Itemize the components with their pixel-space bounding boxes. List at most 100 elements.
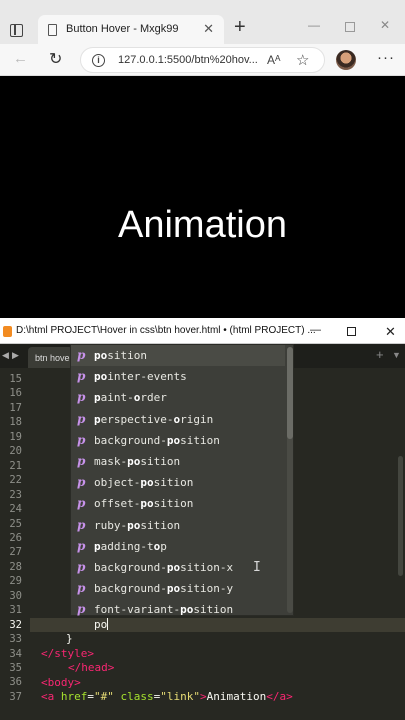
autocomplete-item[interactable]: p font-variant-position xyxy=(71,599,285,620)
maximize-button[interactable] xyxy=(345,22,355,32)
autocomplete-label-part: background- xyxy=(94,561,167,574)
new-tab-button[interactable]: + xyxy=(234,17,246,37)
autocomplete-label: paint-order xyxy=(94,391,167,404)
tab-list-icon[interactable]: ▼ xyxy=(392,350,401,360)
line-number: 25 xyxy=(9,517,22,530)
autocomplete-label-part: sition xyxy=(107,349,147,362)
autocomplete-label-part: offset- xyxy=(94,497,141,511)
autocomplete-item[interactable]: p object-position xyxy=(71,472,285,493)
minimize-button[interactable]: — xyxy=(308,18,320,32)
read-aloud-icon[interactable]: Aᴬ xyxy=(267,53,280,67)
autocomplete-label-part: sition xyxy=(193,603,234,617)
autocomplete-scrollbar[interactable] xyxy=(287,347,293,613)
autocomplete-label-part: sition xyxy=(140,518,181,532)
close-window-button[interactable]: ✕ xyxy=(380,18,390,32)
autocomplete-label-part: po xyxy=(166,433,181,447)
autocomplete-label-part: inter-events xyxy=(107,370,187,384)
autocomplete-label-part: sition xyxy=(180,433,220,447)
reload-icon[interactable]: ↻ xyxy=(49,49,62,69)
line-number: 18 xyxy=(9,416,22,429)
autocomplete-item[interactable]: p paint-order xyxy=(71,387,285,408)
autocomplete-label-part: sition-y xyxy=(180,582,234,596)
autocomplete-label: position xyxy=(94,349,147,362)
autocomplete-label-part: po xyxy=(166,582,181,596)
line-number: 37 xyxy=(9,690,22,703)
property-kind-icon: p xyxy=(77,390,86,405)
autocomplete-label-part: ruby- xyxy=(94,518,128,532)
autocomplete-label-part: erspective- xyxy=(100,412,174,426)
line-number: 16 xyxy=(9,387,22,400)
autocomplete-label-part: p xyxy=(160,539,167,553)
editor-minimize-button[interactable]: — xyxy=(310,324,321,336)
autocomplete-label-part: aint- xyxy=(100,391,134,405)
address-bar[interactable]: i 127.0.0.1:5500/btn%20hov... Aᴬ ☆ xyxy=(80,47,325,73)
tab-title: Button Hover - Mxgk99 xyxy=(66,23,179,35)
line-number: 35 xyxy=(9,662,22,674)
autocomplete-label-part: background- xyxy=(94,582,167,596)
property-kind-icon: p xyxy=(77,581,86,596)
autocomplete-label-part: p xyxy=(94,412,101,426)
line-number: 30 xyxy=(9,589,22,602)
tab-actions-icon[interactable] xyxy=(10,24,23,37)
property-kind-icon: p xyxy=(77,348,86,362)
autocomplete-label-part: sition-x xyxy=(180,561,234,574)
more-menu-icon[interactable]: ··· xyxy=(377,49,395,66)
editor-maximize-button[interactable] xyxy=(347,327,356,336)
autocomplete-label-part: po xyxy=(140,476,154,490)
line-number: 34 xyxy=(9,647,22,660)
back-arrow-icon[interactable]: ← xyxy=(13,50,28,67)
autocomplete-item[interactable]: p padding-top xyxy=(71,536,285,557)
line-number: 17 xyxy=(9,401,22,414)
profile-avatar[interactable] xyxy=(336,50,356,70)
property-kind-icon: p xyxy=(77,560,86,574)
property-kind-icon: p xyxy=(77,369,86,384)
autocomplete-scroll-thumb[interactable] xyxy=(287,347,293,439)
page-viewport: Animation xyxy=(0,76,405,318)
line-number: 32 xyxy=(9,618,22,631)
new-file-tab-icon[interactable]: + xyxy=(376,347,384,362)
autocomplete-item[interactable]: p ruby-position xyxy=(71,515,285,536)
autocomplete-label: ruby-position xyxy=(94,519,180,532)
autocomplete-label-part: po xyxy=(127,455,141,468)
editor-scrollbar[interactable] xyxy=(398,456,403,576)
line-number: 21 xyxy=(9,459,22,472)
autocomplete-item[interactable]: p mask-position xyxy=(71,451,285,472)
autocomplete-item[interactable]: p pointer-events xyxy=(71,366,285,387)
autocomplete-label-part: p xyxy=(94,391,101,405)
browser-tab[interactable]: Button Hover - Mxgk99 ✕ xyxy=(38,15,224,44)
autocomplete-item[interactable]: p perspective-origin xyxy=(71,409,285,430)
autocomplete-item[interactable]: p background-position xyxy=(71,430,285,451)
property-kind-icon: p xyxy=(77,411,86,426)
editor-titlebar: D:\html PROJECT\Hover in css\btn hover.h… xyxy=(0,320,405,344)
autocomplete-label-part: p xyxy=(94,539,101,553)
line-number: 20 xyxy=(9,445,22,458)
info-icon[interactable]: i xyxy=(92,54,105,67)
editor-file-tab[interactable]: btn hove xyxy=(28,347,73,368)
sublime-app-icon xyxy=(3,326,12,337)
property-kind-icon: p xyxy=(77,517,86,532)
tab-close-icon[interactable]: ✕ xyxy=(203,21,214,37)
autocomplete-item[interactable]: p position xyxy=(71,345,285,366)
browser-navbar: ← ↻ i 127.0.0.1:5500/btn%20hov... Aᴬ ☆ ·… xyxy=(0,44,405,76)
browser-titlebar: Button Hover - Mxgk99 ✕ + — ✕ xyxy=(0,0,405,44)
autocomplete-label-part: po xyxy=(94,349,108,362)
property-kind-icon: p xyxy=(77,538,86,553)
autocomplete-label-part: mask- xyxy=(94,455,128,468)
autocomplete-item[interactable]: p offset-position xyxy=(71,493,285,514)
tab-left-arrow-icon[interactable]: ◀ xyxy=(2,350,9,361)
tab-right-arrow-icon[interactable]: ▶ xyxy=(12,350,19,361)
editor-close-button[interactable]: ✕ xyxy=(385,324,396,340)
editor-title: D:\html PROJECT\Hover in css\btn hover.h… xyxy=(16,325,316,336)
favorites-star-icon[interactable]: ☆ xyxy=(296,51,309,69)
line-number: 27 xyxy=(9,546,22,559)
autocomplete-label: pointer-events xyxy=(94,370,187,383)
autocomplete-item[interactable]: p background-position-y xyxy=(71,578,285,599)
line-number: 22 xyxy=(9,474,22,487)
animation-link[interactable]: Animation xyxy=(0,204,405,247)
property-kind-icon: p xyxy=(77,454,86,468)
autocomplete-label: perspective-origin xyxy=(94,413,213,426)
autocomplete-label-part: po xyxy=(166,561,181,574)
autocomplete-label-part: sition xyxy=(140,455,181,468)
autocomplete-label-part: sition xyxy=(153,497,194,511)
autocomplete-label: background-position-x xyxy=(94,561,233,574)
